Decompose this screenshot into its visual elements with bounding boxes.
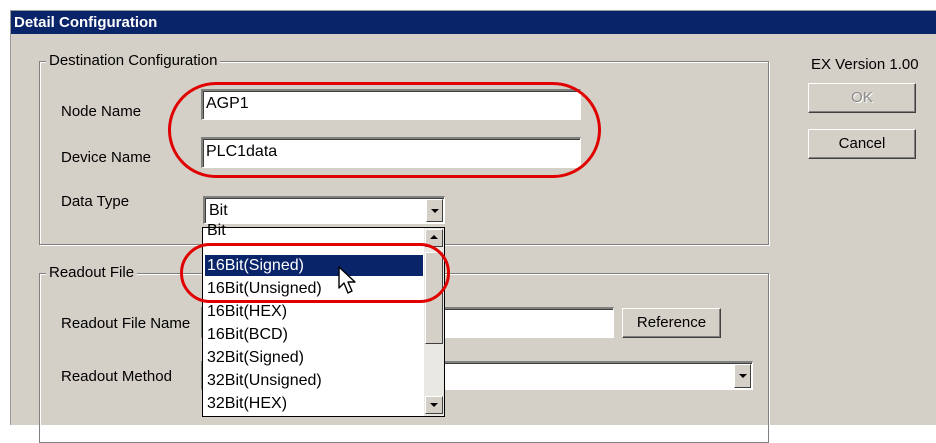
- dropdown-option[interactable]: 32Bit(Signed): [205, 347, 423, 368]
- dropdown-option[interactable]: 32Bit(HEX): [205, 393, 423, 414]
- detail-configuration-dialog: Detail Configuration Destination Configu…: [10, 10, 936, 443]
- device-name-label: Device Name: [61, 149, 152, 166]
- dropdown-option-highlighted[interactable]: 16Bit(Signed): [205, 255, 423, 276]
- device-name-input[interactable]: PLC1data: [201, 137, 581, 168]
- scroll-up-button[interactable]: [425, 229, 443, 247]
- readout-file-name-label: Readout File Name: [61, 315, 191, 332]
- scrollbar-thumb[interactable]: [425, 252, 443, 344]
- readout-group-title: Readout File: [46, 264, 138, 282]
- reference-button[interactable]: Reference: [622, 308, 721, 338]
- scroll-down-button[interactable]: [425, 396, 443, 414]
- node-name-input[interactable]: AGP1: [201, 89, 581, 120]
- data-type-dropdown-button[interactable]: [426, 199, 443, 222]
- dropdown-option[interactable]: 16Bit(HEX): [205, 301, 423, 322]
- chevron-up-icon: [430, 235, 438, 239]
- dropdown-option[interactable]: 16Bit(BCD): [205, 324, 423, 345]
- destination-group-title: Destination Configuration: [46, 52, 221, 70]
- chevron-down-icon: [430, 403, 438, 407]
- dialog-title: Detail Configuration: [11, 11, 936, 34]
- data-type-label: Data Type: [61, 193, 130, 210]
- version-label: EX Version 1.00: [811, 56, 919, 73]
- mouse-cursor-icon: [338, 266, 356, 294]
- ok-button[interactable]: OK: [808, 83, 916, 113]
- node-name-label: Node Name: [61, 103, 142, 120]
- readout-method-dropdown-button[interactable]: [734, 364, 751, 388]
- dropdown-option[interactable]: Bit: [205, 220, 423, 241]
- chevron-down-icon: [739, 374, 747, 378]
- chevron-down-icon: [431, 209, 439, 213]
- dropdown-option[interactable]: 16Bit(Unsigned): [205, 278, 423, 299]
- cancel-button[interactable]: Cancel: [808, 129, 916, 159]
- readout-method-label: Readout Method: [61, 368, 172, 385]
- data-type-value: Bit: [209, 202, 228, 219]
- dropdown-scrollbar[interactable]: [424, 228, 444, 416]
- data-type-dropdown-list[interactable]: Bit 16Bit(Signed) 16Bit(Unsigned) 16Bit(…: [202, 222, 445, 417]
- dropdown-option[interactable]: 32Bit(Unsigned): [205, 370, 423, 391]
